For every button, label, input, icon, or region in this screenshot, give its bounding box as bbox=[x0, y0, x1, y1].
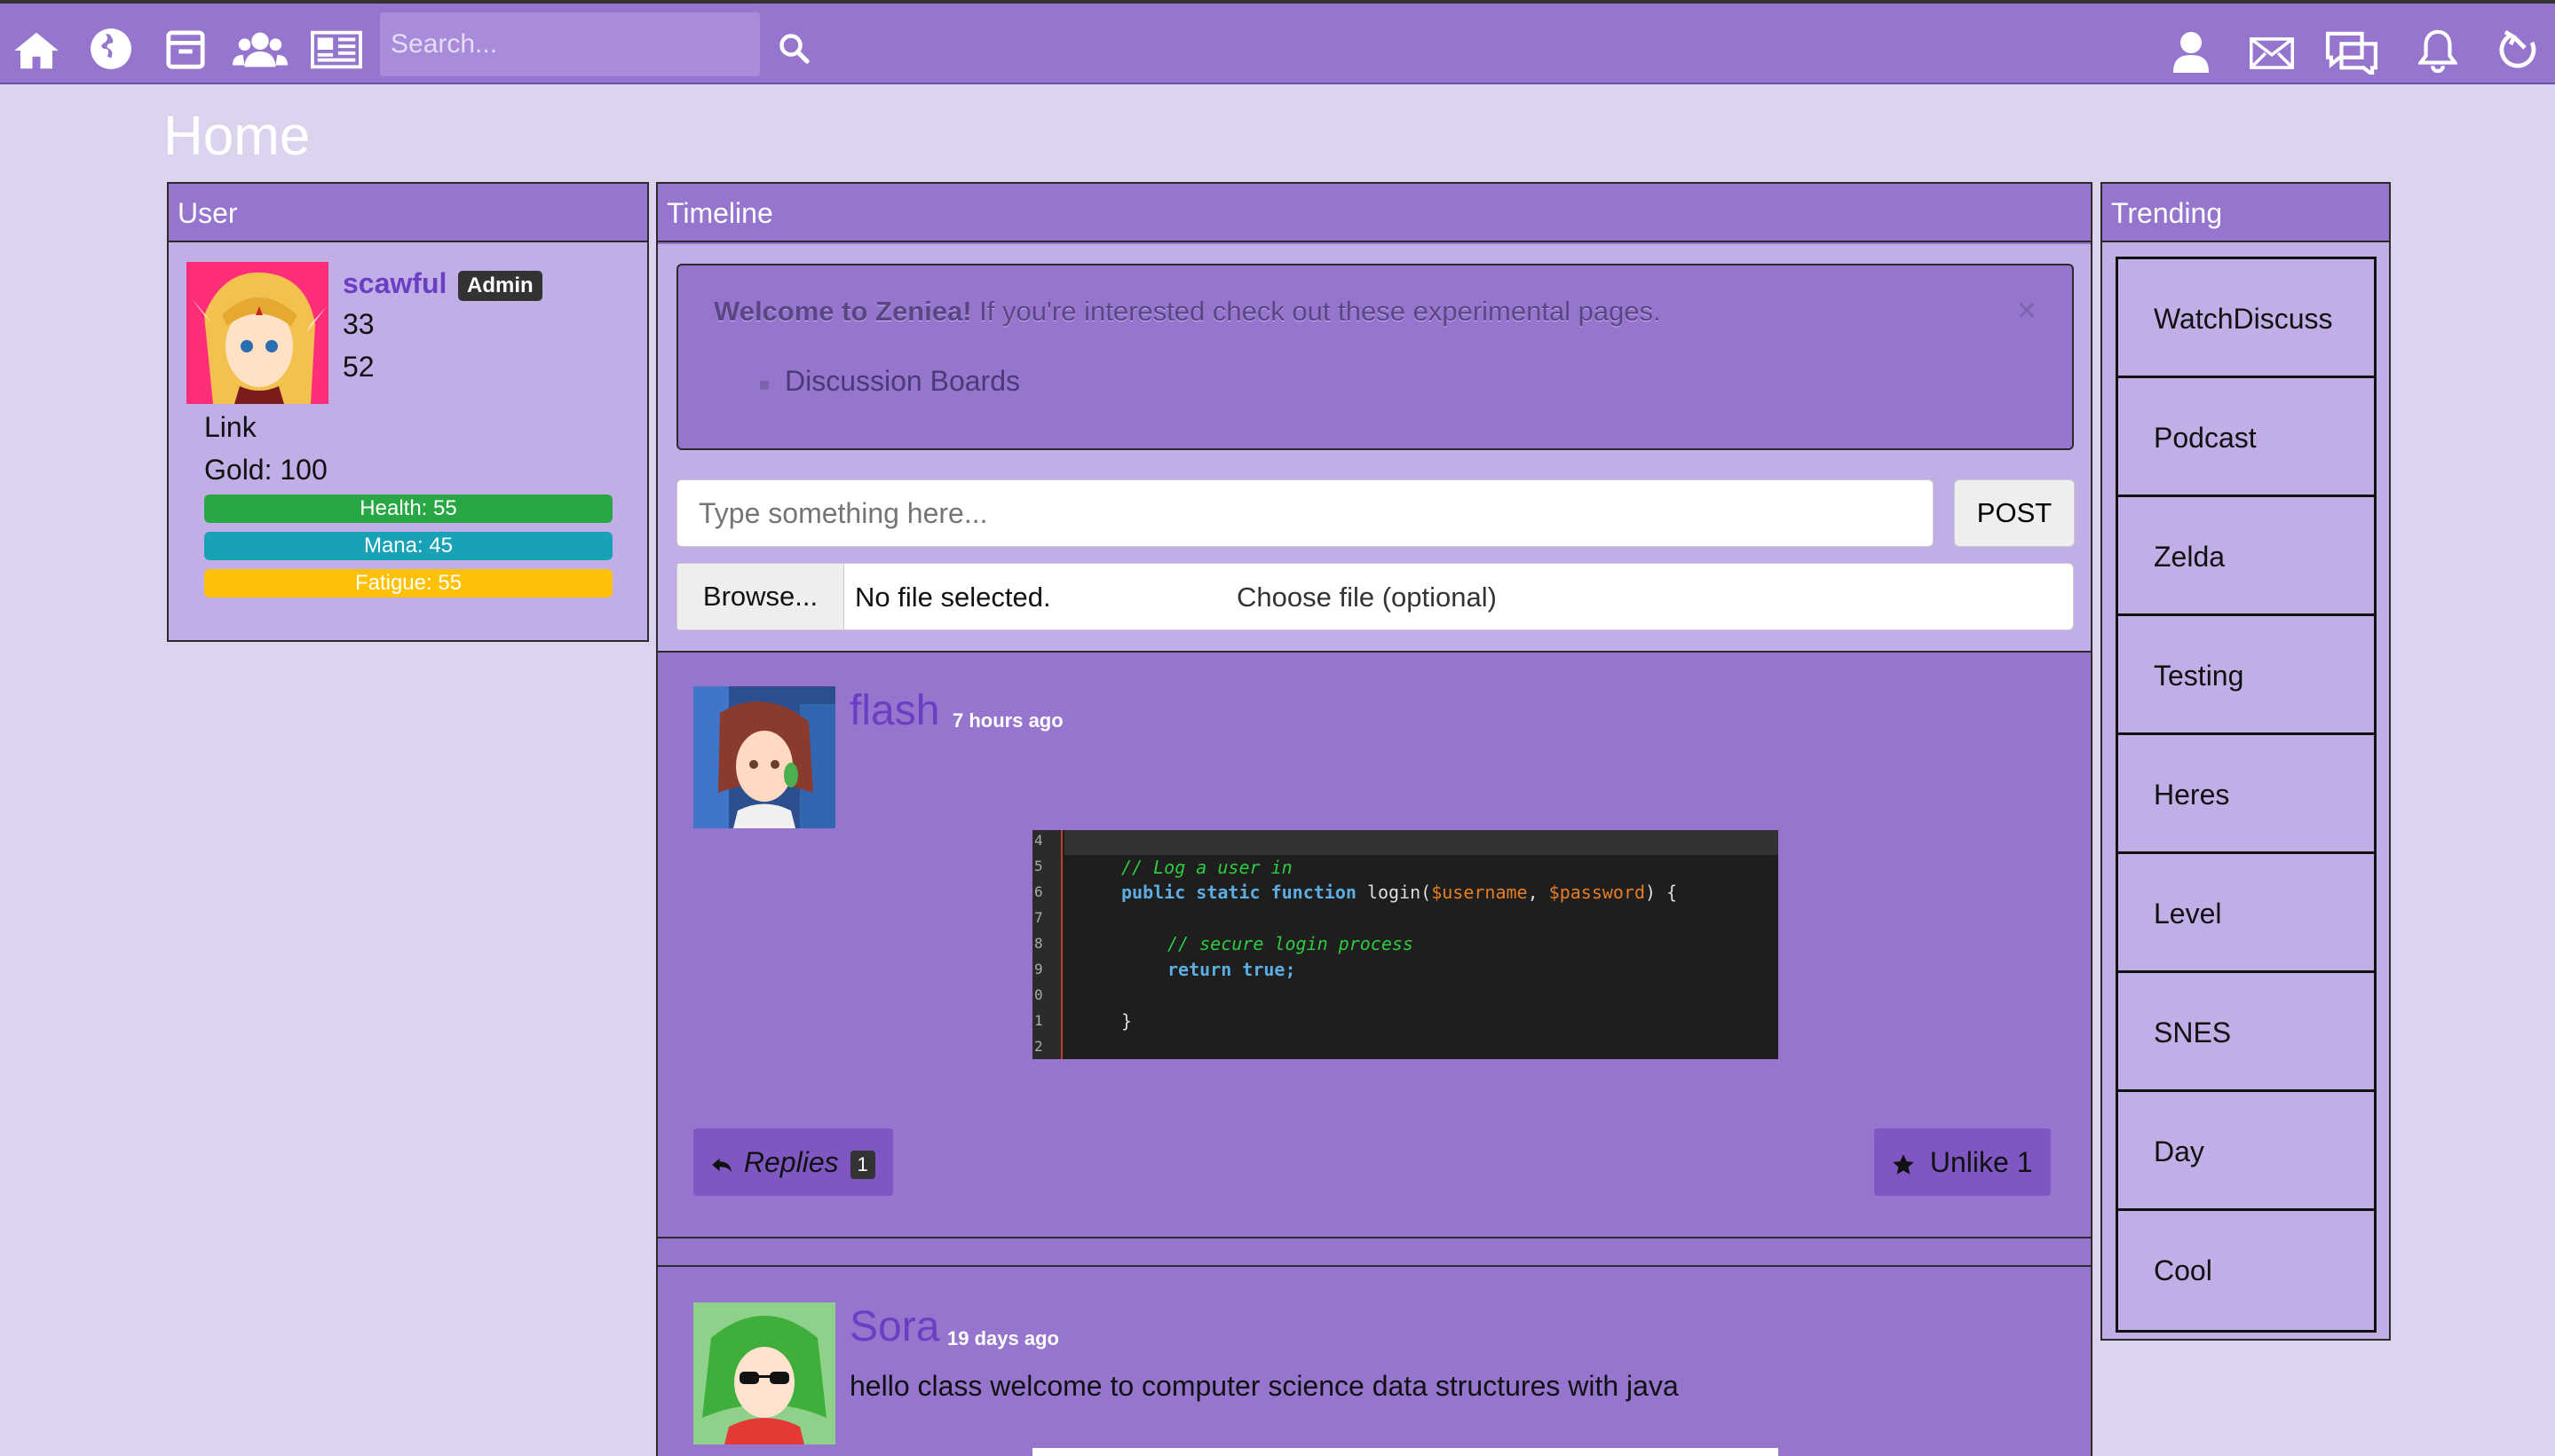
unlike-button[interactable]: Unlike 1 bbox=[1874, 1128, 2051, 1196]
post-avatar[interactable] bbox=[693, 686, 835, 828]
mail-icon[interactable] bbox=[2250, 37, 2294, 69]
welcome-alert: Welcome to Zeniea! If you're interested … bbox=[676, 264, 2074, 450]
line-number: 2 bbox=[1034, 1038, 1043, 1055]
inbox-icon[interactable] bbox=[165, 28, 206, 71]
code-paren: ) { bbox=[1645, 882, 1678, 903]
timeline-heading: Timeline bbox=[658, 184, 2091, 242]
alert-message: If you're interested check out these exp… bbox=[971, 296, 1661, 327]
character-name: Link bbox=[204, 411, 257, 443]
post-image[interactable] bbox=[1032, 1448, 1778, 1456]
globe-icon[interactable] bbox=[89, 27, 133, 71]
trending-item[interactable]: Level bbox=[2118, 854, 2374, 973]
replies-label: Replies bbox=[743, 1146, 839, 1178]
line-number: 9 bbox=[1034, 961, 1043, 977]
trending-item[interactable]: Podcast bbox=[2118, 378, 2374, 497]
replies-count-badge: 1 bbox=[850, 1150, 875, 1179]
code-sep: , bbox=[1527, 882, 1549, 903]
post-body: hello class welcome to computer science … bbox=[850, 1370, 1679, 1402]
reply-icon bbox=[711, 1128, 736, 1196]
file-status: No file selected. bbox=[855, 582, 1051, 613]
health-bar: Health: 55 bbox=[204, 495, 613, 523]
post-username[interactable]: Sora bbox=[850, 1302, 939, 1351]
fatigue-bar: Fatigue: 55 bbox=[204, 569, 613, 597]
code-signature: public static function login($username, … bbox=[1121, 882, 1677, 903]
trending-item[interactable]: Day bbox=[2118, 1092, 2374, 1211]
trending-item[interactable]: Testing bbox=[2118, 616, 2374, 735]
line-number: 4 bbox=[1034, 832, 1043, 849]
code-keyword: public static function bbox=[1121, 882, 1357, 903]
gold-value: Gold: 100 bbox=[204, 454, 328, 486]
timeline-panel: Timeline Welcome to Zeniea! If you're in… bbox=[656, 182, 2092, 1456]
alert-text: Welcome to Zeniea! If you're interested … bbox=[714, 296, 1661, 328]
trending-item[interactable]: Cool bbox=[2118, 1211, 2374, 1330]
discussion-boards-link[interactable]: Discussion Boards bbox=[785, 365, 1020, 398]
search-input[interactable] bbox=[380, 12, 760, 76]
post-timestamp: 19 days ago bbox=[947, 1327, 1059, 1349]
page-title: Home bbox=[163, 106, 311, 167]
logout-icon[interactable] bbox=[2498, 28, 2537, 71]
line-number: 1 bbox=[1034, 1012, 1043, 1029]
home-icon[interactable] bbox=[12, 27, 60, 75]
code-comment: // secure login process bbox=[1167, 933, 1413, 954]
post-button[interactable]: POST bbox=[1954, 479, 2075, 547]
replies-button[interactable]: Replies 1 bbox=[693, 1128, 893, 1196]
users-icon[interactable] bbox=[233, 28, 288, 71]
trending-item[interactable]: SNES bbox=[2118, 973, 2374, 1092]
top-navbar bbox=[0, 0, 2555, 84]
file-label: Choose file (optional) bbox=[1237, 582, 1497, 613]
user-panel-heading: User bbox=[169, 184, 647, 242]
newspaper-icon[interactable] bbox=[311, 30, 362, 69]
line-number: 7 bbox=[1034, 909, 1043, 926]
post-timestamp: 7 hours ago bbox=[953, 709, 1064, 732]
file-input[interactable]: Browse... No file selected. Choose file … bbox=[676, 563, 2074, 630]
line-number: 0 bbox=[1034, 986, 1043, 1003]
star-icon bbox=[1892, 1128, 1922, 1196]
bell-icon[interactable] bbox=[2417, 28, 2459, 74]
search-icon[interactable] bbox=[778, 32, 810, 64]
chat-icon[interactable] bbox=[2324, 30, 2379, 79]
line-number: 8 bbox=[1034, 935, 1043, 952]
user-icon[interactable] bbox=[2173, 30, 2209, 73]
post-avatar[interactable] bbox=[693, 1302, 835, 1444]
post-text-input[interactable] bbox=[676, 479, 1934, 547]
bullet-icon bbox=[760, 381, 769, 390]
close-icon[interactable]: × bbox=[2017, 292, 2037, 330]
code-return: return true; bbox=[1167, 959, 1296, 980]
code-current-line bbox=[1064, 830, 1778, 855]
post-username[interactable]: flash bbox=[850, 686, 939, 735]
code-brace: } bbox=[1121, 1010, 1133, 1032]
user-stat-1: 33 bbox=[343, 308, 375, 340]
user-stat-2: 52 bbox=[343, 351, 375, 383]
admin-badge: Admin bbox=[458, 271, 542, 301]
line-number: 6 bbox=[1034, 883, 1043, 900]
code-arg: $username bbox=[1431, 882, 1528, 903]
trending-panel: Trending WatchDiscuss Podcast Zelda Test… bbox=[2100, 182, 2391, 1341]
alert-title: Welcome to Zeniea! bbox=[714, 296, 972, 327]
divider bbox=[658, 1237, 2091, 1238]
unlike-label: Unlike 1 bbox=[1929, 1146, 2033, 1178]
user-panel: User scawful Admin 33 52 Link Gold: 100 … bbox=[167, 182, 649, 642]
code-function: login( bbox=[1356, 882, 1432, 903]
avatar[interactable] bbox=[186, 262, 328, 404]
trending-item[interactable]: WatchDiscuss bbox=[2118, 259, 2374, 378]
trending-item[interactable]: Heres bbox=[2118, 735, 2374, 854]
code-screenshot[interactable]: 4 5 6 7 8 9 0 1 2 // Log a user in publi… bbox=[1032, 830, 1778, 1059]
code-arg: $password bbox=[1548, 882, 1646, 903]
line-number: 5 bbox=[1034, 858, 1043, 874]
divider bbox=[658, 651, 2091, 653]
code-comment: // Log a user in bbox=[1121, 857, 1293, 878]
trending-heading: Trending bbox=[2102, 184, 2389, 242]
username-link[interactable]: scawful bbox=[343, 267, 447, 300]
divider bbox=[658, 1265, 2091, 1267]
trending-item[interactable]: Zelda bbox=[2118, 497, 2374, 616]
browse-button[interactable]: Browse... bbox=[677, 564, 844, 629]
trending-list: WatchDiscuss Podcast Zelda Testing Heres… bbox=[2116, 257, 2377, 1333]
mana-bar: Mana: 45 bbox=[204, 532, 613, 560]
